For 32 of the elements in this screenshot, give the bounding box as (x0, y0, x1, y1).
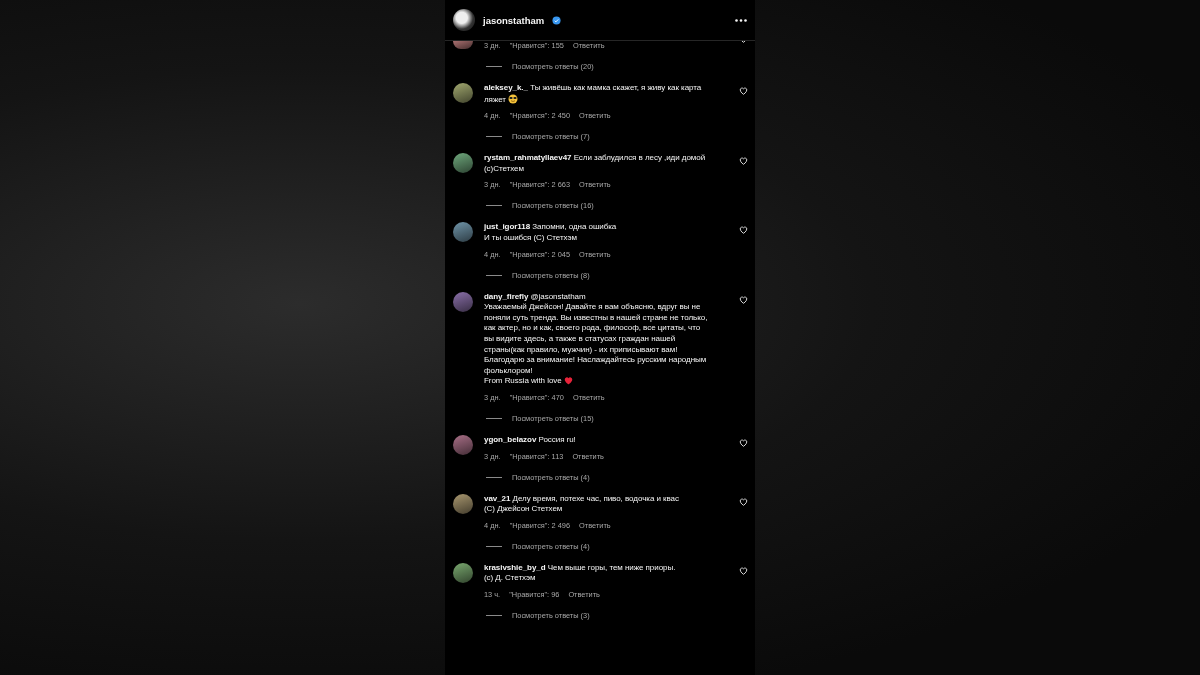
header-username[interactable]: jasonstatham (483, 14, 545, 26)
comment-text: rystam_rahmatyllaev47 Если заблудился в лесу ,иди домой (c)Стетхем (484, 153, 707, 175)
user-avatar[interactable] (453, 83, 473, 103)
user-avatar[interactable] (453, 41, 473, 49)
like-heart-icon[interactable] (739, 157, 749, 168)
comment-text: dany_firefly @jasonstatham Уважаемый Джейсон! Давайте я вам объясню, вдруг вы не поняли суть тренда. Вы известны в нашей стране не только, как актер, но и как, своего рода, философ, все цитаты, что вы видите здесь, а также в статусах граждан нашей страны(как правило, мужчин) - их приписывают вам! Благодарю за внимание! Наслаждайтесь русским народным фольклором! From Russia with love (484, 291, 709, 387)
username-link[interactable]: aleksey_k._ (484, 83, 528, 92)
comment-text: ygon_belazov Россия ru! (484, 434, 577, 446)
profile-avatar[interactable] (453, 9, 475, 31)
like-heart-icon[interactable] (739, 226, 749, 237)
username-link[interactable]: rystam_rahmatyllaev47 (484, 153, 572, 163)
user-avatar[interactable] (453, 222, 473, 243)
comment-text: vav_21 Делу время, потехе час, пиво, водочка и квас (С) Джейсон Стетхем (484, 493, 680, 515)
username-link[interactable]: just_igor118 (484, 222, 531, 232)
user-avatar[interactable] (453, 562, 473, 583)
user-avatar[interactable] (453, 493, 473, 514)
like-heart-icon[interactable] (739, 566, 749, 577)
comment-text: krasivshie_by_d Чем выше горы, тем ниже приоры. (с) Д. Стетхэм (484, 562, 677, 584)
like-heart-icon[interactable] (739, 438, 749, 449)
user-avatar[interactable] (453, 434, 473, 455)
username-link[interactable]: krasivshie_by_d (484, 562, 546, 572)
comment-text: aleksey_k._ Ты живёшь как мамка скажет, я живу как карта ляжет (484, 83, 703, 106)
more-options-icon[interactable] (735, 18, 747, 22)
username-link[interactable]: vav_21 (484, 493, 511, 503)
user-avatar[interactable] (453, 291, 473, 312)
username-link[interactable]: dany_firefly (484, 291, 529, 301)
user-avatar[interactable] (453, 153, 473, 174)
comment-text: just_igor118 Запомни, одна ошибка И ты ошибся (С) Стетхэм (484, 222, 618, 244)
like-heart-icon[interactable] (739, 497, 749, 508)
like-heart-icon[interactable] (739, 295, 749, 306)
like-heart-icon[interactable] (739, 87, 749, 97)
username-link[interactable]: ygon_belazov (484, 434, 537, 444)
